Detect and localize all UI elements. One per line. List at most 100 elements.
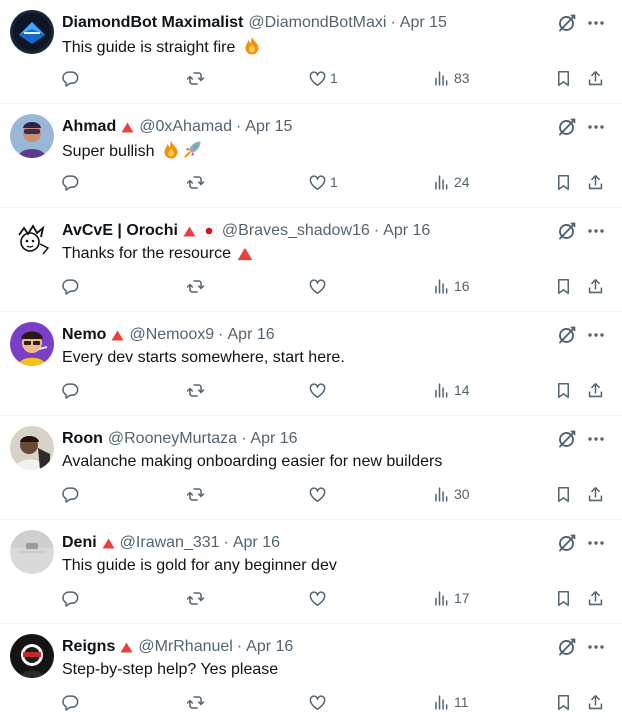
grok-icon[interactable] xyxy=(557,117,577,137)
bookmark-button[interactable] xyxy=(554,378,573,402)
more-options-icon[interactable] xyxy=(586,13,606,33)
views-button[interactable]: 16 xyxy=(432,274,470,298)
views-count: 11 xyxy=(454,694,469,710)
user-handle[interactable]: @DiamondBotMaxi xyxy=(248,12,386,34)
more-options-icon[interactable] xyxy=(586,429,606,449)
display-name[interactable]: Reigns xyxy=(62,636,115,658)
reply-date[interactable]: Apr 15 xyxy=(400,12,447,34)
reply-actions: 17 xyxy=(0,586,622,610)
reply-text: Every dev starts somewhere, start here. xyxy=(62,347,602,369)
user-handle[interactable]: @0xAhamad xyxy=(139,116,232,138)
more-options-icon[interactable] xyxy=(586,637,606,657)
avatar[interactable] xyxy=(10,634,54,678)
reply-button[interactable] xyxy=(61,690,80,714)
like-button[interactable] xyxy=(308,274,330,298)
share-button[interactable] xyxy=(586,586,605,610)
more-options-icon[interactable] xyxy=(586,533,606,553)
reply-date[interactable]: Apr 15 xyxy=(245,116,292,138)
nemo-avatar xyxy=(10,322,54,366)
views-button[interactable]: 30 xyxy=(432,482,470,506)
repost-button[interactable] xyxy=(186,378,205,402)
like-button[interactable]: 1 xyxy=(308,170,338,194)
display-name[interactable]: Ahmad xyxy=(62,116,116,138)
repost-button[interactable] xyxy=(186,66,205,90)
user-handle[interactable]: @RooneyMurtaza xyxy=(108,428,237,450)
reply-date[interactable]: Apr 16 xyxy=(228,324,275,346)
avatar[interactable] xyxy=(10,530,54,574)
user-handle[interactable]: @Irawan_331 xyxy=(120,532,220,554)
reply-item[interactable]: Nemo @Nemoox9 · Apr 16 Every dev starts … xyxy=(0,312,622,416)
reply-item[interactable]: Reigns @MrRhanuel · Apr 16 Step-by-step … xyxy=(0,624,622,728)
repost-button[interactable] xyxy=(186,690,205,714)
more-options-icon[interactable] xyxy=(586,221,606,241)
avatar[interactable] xyxy=(10,114,54,158)
bookmark-button[interactable] xyxy=(554,66,573,90)
like-button[interactable] xyxy=(308,586,330,610)
japan-flag-icon xyxy=(200,223,217,239)
like-button[interactable] xyxy=(308,482,330,506)
share-button[interactable] xyxy=(586,66,605,90)
repost-button[interactable] xyxy=(186,170,205,194)
avatar[interactable] xyxy=(10,426,54,470)
repost-button[interactable] xyxy=(186,586,205,610)
repost-button[interactable] xyxy=(186,274,205,298)
like-button[interactable] xyxy=(308,690,330,714)
bookmark-button[interactable] xyxy=(554,274,573,298)
share-button[interactable] xyxy=(586,378,605,402)
views-button[interactable]: 24 xyxy=(432,170,470,194)
reply-button[interactable] xyxy=(61,66,80,90)
views-button[interactable]: 11 xyxy=(432,690,469,714)
grok-icon[interactable] xyxy=(557,13,577,33)
user-handle[interactable]: @Nemoox9 xyxy=(129,324,214,346)
reply-actions: 14 xyxy=(0,378,622,402)
reply-button[interactable] xyxy=(61,586,80,610)
reply-date[interactable]: Apr 16 xyxy=(246,636,293,658)
reply-button[interactable] xyxy=(61,170,80,194)
avatar[interactable] xyxy=(10,322,54,366)
display-name[interactable]: Nemo xyxy=(62,324,106,346)
bookmark-button[interactable] xyxy=(554,170,573,194)
share-button[interactable] xyxy=(586,170,605,194)
share-icon xyxy=(588,70,603,85)
repost-button[interactable] xyxy=(186,482,205,506)
bookmark-button[interactable] xyxy=(554,586,573,610)
avalanche-badge-icon xyxy=(183,226,196,237)
more-options-icon[interactable] xyxy=(586,325,606,345)
like-button[interactable]: 1 xyxy=(308,66,338,90)
views-button[interactable]: 17 xyxy=(432,586,470,610)
reply-item[interactable]: Deni @Irawan_331 · Apr 16 This guide is … xyxy=(0,520,622,624)
reply-item[interactable]: Ahmad @0xAhamad · Apr 15 Super bullish 1… xyxy=(0,104,622,208)
reply-date[interactable]: Apr 16 xyxy=(250,428,297,450)
avatar[interactable] xyxy=(10,10,54,54)
reply-button[interactable] xyxy=(61,378,80,402)
reply-item[interactable]: Roon @RooneyMurtaza · Apr 16 Avalanche m… xyxy=(0,416,622,520)
display-name[interactable]: DiamondBot Maximalist xyxy=(62,12,243,34)
grok-icon[interactable] xyxy=(557,533,577,553)
user-handle[interactable]: @Braves_shadow16 xyxy=(222,220,370,242)
views-button[interactable]: 14 xyxy=(432,378,470,402)
like-button[interactable] xyxy=(308,378,330,402)
reply-item[interactable]: AvCvE | Orochi @Braves_shadow16 · Apr 16… xyxy=(0,208,622,312)
reply-item[interactable]: DiamondBot Maximalist @DiamondBotMaxi · … xyxy=(0,0,622,104)
grok-icon[interactable] xyxy=(557,637,577,657)
more-options-icon[interactable] xyxy=(586,117,606,137)
grok-icon[interactable] xyxy=(557,221,577,241)
avatar[interactable] xyxy=(10,218,54,262)
display-name[interactable]: AvCvE | Orochi xyxy=(62,220,178,242)
reply-actions: 1 83 xyxy=(0,66,622,90)
share-button[interactable] xyxy=(586,690,605,714)
share-button[interactable] xyxy=(586,274,605,298)
grok-icon[interactable] xyxy=(557,325,577,345)
bookmark-button[interactable] xyxy=(554,690,573,714)
display-name[interactable]: Deni xyxy=(62,532,97,554)
display-name[interactable]: Roon xyxy=(62,428,103,450)
reply-button[interactable] xyxy=(61,274,80,298)
user-handle[interactable]: @MrRhanuel xyxy=(138,636,233,658)
reply-date[interactable]: Apr 16 xyxy=(383,220,430,242)
reply-date[interactable]: Apr 16 xyxy=(233,532,280,554)
views-button[interactable]: 83 xyxy=(432,66,470,90)
share-button[interactable] xyxy=(586,482,605,506)
reply-button[interactable] xyxy=(61,482,80,506)
grok-icon[interactable] xyxy=(557,429,577,449)
bookmark-button[interactable] xyxy=(554,482,573,506)
